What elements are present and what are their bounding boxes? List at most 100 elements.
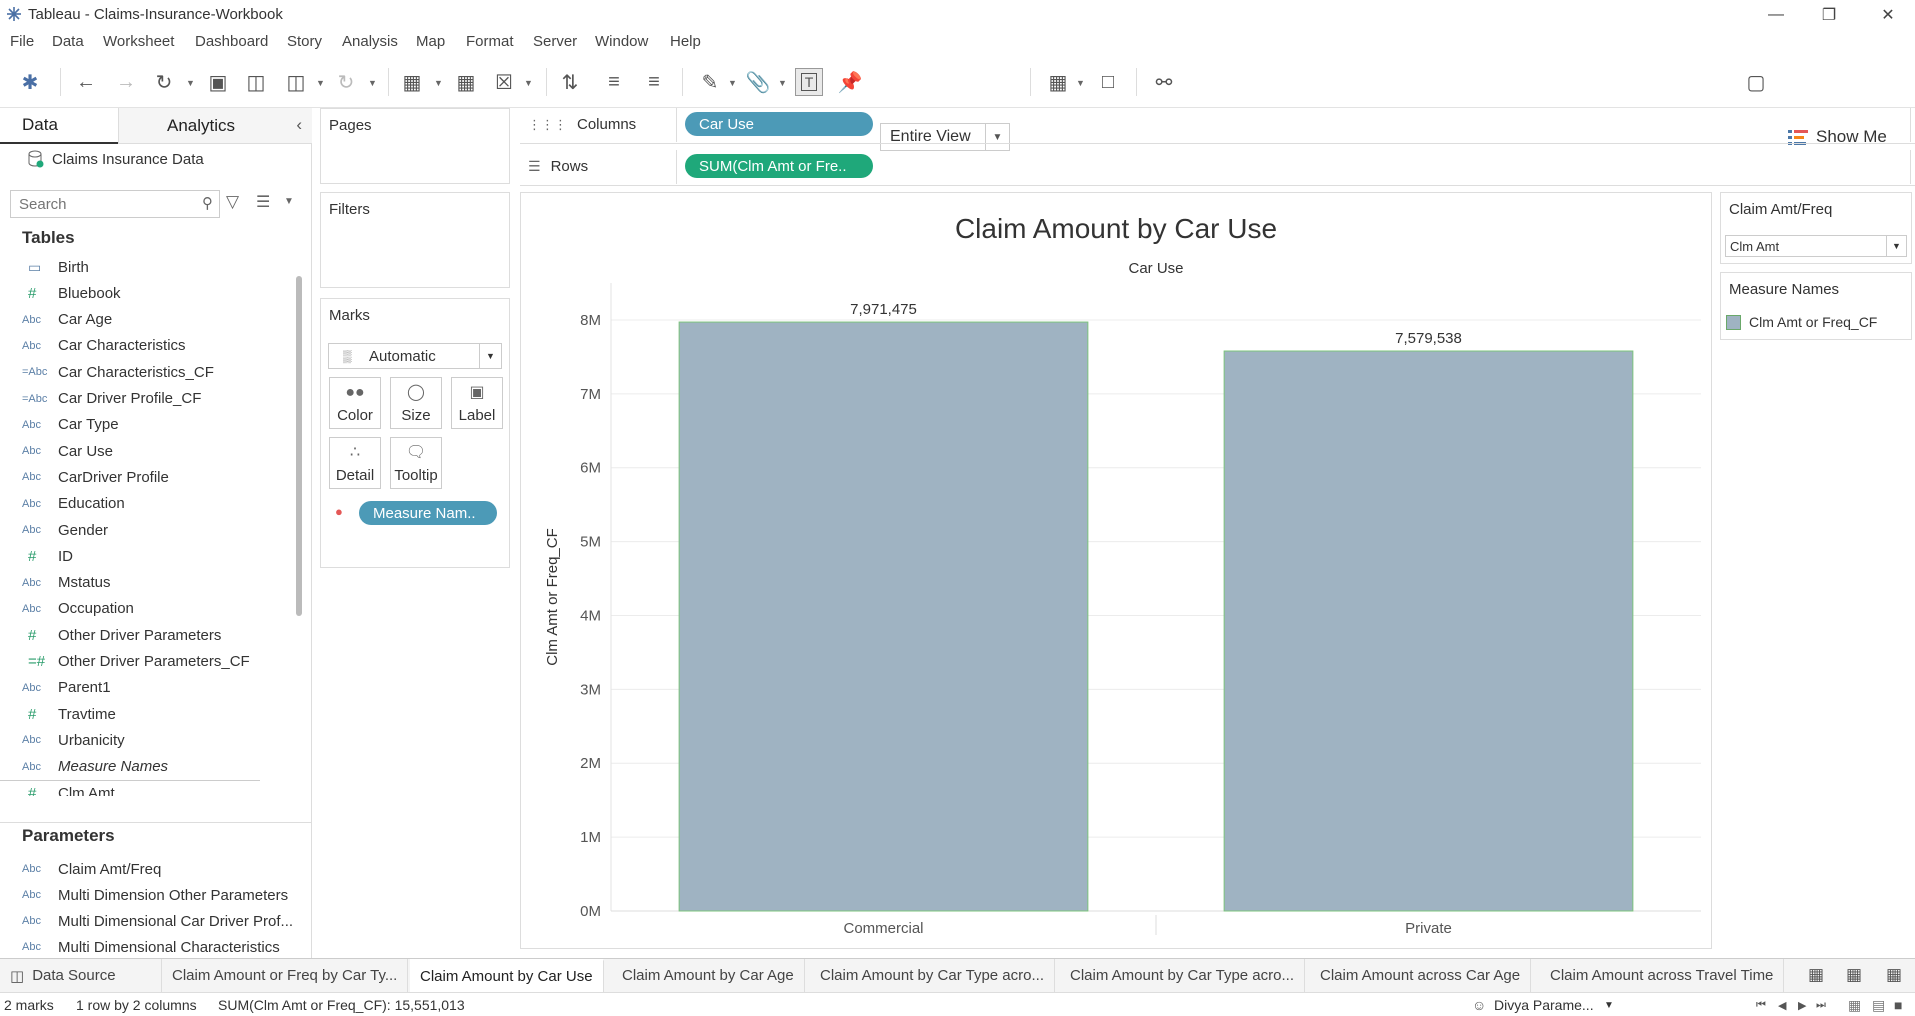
view-options-caret-icon[interactable]: ▼: [284, 196, 294, 207]
parameter-item[interactable]: Abc Multi Dimensional Characteristics: [22, 934, 280, 960]
previous-sheet-icon[interactable]: ◀: [1778, 999, 1786, 1012]
new-datasource-icon[interactable]: ◫: [242, 68, 270, 96]
field-item[interactable]: Abc Mstatus: [22, 570, 111, 596]
legend-swatch[interactable]: [1726, 315, 1741, 330]
new-story-icon[interactable]: ▦: [1886, 965, 1902, 985]
menu-story[interactable]: Story: [287, 33, 322, 50]
field-item[interactable]: Abc Occupation: [22, 596, 134, 622]
menu-format[interactable]: Format: [466, 33, 514, 50]
tab-analytics[interactable]: Analytics ‹: [118, 108, 312, 144]
columns-drop-area[interactable]: Car Use: [676, 108, 1911, 142]
presentation-mode-icon[interactable]: □: [1094, 68, 1122, 96]
field-item[interactable]: Abc CarDriver Profile: [22, 464, 169, 490]
parameter-item[interactable]: Abc Multi Dimensional Car Driver Prof...: [22, 908, 293, 934]
menu-dashboard[interactable]: Dashboard: [195, 33, 268, 50]
redo-icon[interactable]: →: [112, 68, 140, 96]
group-caret-icon[interactable]: ▼: [778, 78, 787, 88]
size-button[interactable]: ◯ Size: [390, 377, 442, 429]
field-item[interactable]: Abc Car Use: [22, 438, 113, 464]
tableau-home-icon[interactable]: ✱: [16, 68, 44, 96]
duplicate-icon[interactable]: ▦: [452, 68, 480, 96]
refresh-icon[interactable]: ↻: [332, 68, 360, 96]
pin-axes-icon[interactable]: 📌: [836, 68, 864, 96]
show-cards-icon[interactable]: ▦: [1044, 68, 1072, 96]
bar-chart[interactable]: Claim Amount by Car Use Car Use 0M 1M 2M 3M 4M…: [521, 193, 1711, 948]
first-sheet-icon[interactable]: ⏮: [1756, 999, 1766, 1012]
tooltip-button[interactable]: 🗨 Tooltip: [390, 437, 442, 489]
new-worksheet-icon[interactable]: ▦: [398, 68, 426, 96]
car-use-pill[interactable]: Car Use: [685, 112, 873, 136]
view-options-icon[interactable]: ☰: [256, 192, 270, 212]
show-filmstrip-icon[interactable]: ▤: [1872, 997, 1885, 1014]
show-sheet-sorter-icon[interactable]: ▦: [1848, 997, 1861, 1014]
clear-sheet-icon[interactable]: ☒: [490, 68, 518, 96]
close-button[interactable]: ✕: [1865, 0, 1911, 30]
label-button[interactable]: ▣ Label: [451, 377, 503, 429]
show-tabs-icon[interactable]: ■: [1894, 997, 1902, 1013]
parameter-item[interactable]: Abc Multi Dimension Other Parameters: [22, 882, 288, 908]
sum-clm-amt-pill[interactable]: SUM(Clm Amt or Fre..: [685, 154, 873, 178]
sheet-tab[interactable]: Claim Amount or Freq by Car Ty...: [162, 959, 409, 992]
parameter-select[interactable]: Clm Amt ▼: [1725, 235, 1907, 257]
chevron-down-icon[interactable]: ▼: [1886, 236, 1906, 256]
field-item[interactable]: =# Other Driver Parameters_CF: [22, 649, 250, 675]
field-list-scrollbar[interactable]: [296, 276, 302, 616]
swap-icon[interactable]: ⇅: [556, 68, 584, 96]
legend-item-label[interactable]: Clm Amt or Freq_CF: [1749, 314, 1877, 330]
tab-data[interactable]: Data: [0, 108, 118, 144]
search-field[interactable]: ⚲: [10, 190, 220, 218]
sheet-tab[interactable]: Claim Amount by Car Type acro...: [1060, 959, 1305, 992]
field-item[interactable]: Abc Education: [22, 491, 125, 517]
field-item[interactable]: Abc Car Characteristics: [22, 333, 186, 359]
search-input[interactable]: [11, 191, 181, 217]
menu-server[interactable]: Server: [533, 33, 577, 50]
menu-help[interactable]: Help: [670, 33, 701, 50]
field-item[interactable]: Abc Measure Names: [22, 754, 168, 780]
share-icon[interactable]: ⚯: [1150, 68, 1178, 96]
field-item[interactable]: Abc Parent1: [22, 675, 111, 701]
field-item[interactable]: # Travtime: [22, 701, 116, 727]
user-name[interactable]: Divya Parame...: [1494, 997, 1594, 1013]
sort-descending-icon[interactable]: ≡: [640, 68, 668, 96]
replay-icon[interactable]: ↻: [150, 68, 178, 96]
next-sheet-icon[interactable]: ▶: [1798, 999, 1806, 1012]
save-icon[interactable]: ▣: [204, 68, 232, 96]
refresh-caret-icon[interactable]: ▼: [368, 78, 377, 88]
restore-button[interactable]: ❐: [1806, 0, 1852, 30]
sheet-tab[interactable]: Claim Amount by Car Age: [612, 959, 805, 992]
pause-caret-icon[interactable]: ▼: [316, 78, 325, 88]
chevron-down-icon[interactable]: ▼: [479, 344, 501, 368]
undo-icon[interactable]: ←: [72, 68, 100, 96]
sheet-tab[interactable]: Claim Amount by Car Use: [410, 959, 604, 992]
mark-type-select[interactable]: ▒ Automatic ▼: [328, 343, 502, 369]
show-labels-icon[interactable]: T: [795, 68, 823, 96]
datasource-item[interactable]: Claims Insurance Data: [28, 150, 204, 168]
rows-drop-area[interactable]: SUM(Clm Amt or Fre..: [676, 150, 1911, 184]
sort-ascending-icon[interactable]: ≡: [600, 68, 628, 96]
replay-caret-icon[interactable]: ▼: [186, 78, 195, 88]
menu-worksheet[interactable]: Worksheet: [103, 33, 174, 50]
field-item[interactable]: =Abc Car Characteristics_CF: [22, 359, 214, 385]
clear-caret-icon[interactable]: ▼: [524, 78, 533, 88]
sheet-tab[interactable]: Claim Amount by Car Type acro...: [810, 959, 1055, 992]
tab-data-source[interactable]: ◫ Data Source: [0, 959, 162, 992]
last-sheet-icon[interactable]: ⏭: [1816, 999, 1826, 1012]
format-painter-icon[interactable]: ▢: [1742, 68, 1770, 96]
user-menu-caret-icon[interactable]: ▼: [1604, 1000, 1614, 1011]
field-item[interactable]: # ID: [22, 543, 73, 569]
parameter-item[interactable]: Abc Claim Amt/Freq: [22, 856, 161, 882]
minimize-button[interactable]: —: [1753, 0, 1799, 30]
sheet-tab[interactable]: Claim Amount across Travel Time: [1540, 959, 1785, 992]
menu-map[interactable]: Map: [416, 33, 445, 50]
menu-analysis[interactable]: Analysis: [342, 33, 398, 50]
detail-button[interactable]: ∴ Detail: [329, 437, 381, 489]
field-item[interactable]: # Clm Amt: [22, 780, 115, 797]
search-icon[interactable]: ⚲: [202, 194, 213, 212]
field-item[interactable]: # Bluebook: [22, 280, 121, 306]
filters-card[interactable]: Filters: [320, 192, 510, 288]
highlight-icon[interactable]: ✎: [696, 68, 724, 96]
menu-data[interactable]: Data: [52, 33, 84, 50]
new-worksheet-icon[interactable]: ▦: [1808, 965, 1824, 985]
color-button[interactable]: ●● Color: [329, 377, 381, 429]
highlight-caret-icon[interactable]: ▼: [728, 78, 737, 88]
